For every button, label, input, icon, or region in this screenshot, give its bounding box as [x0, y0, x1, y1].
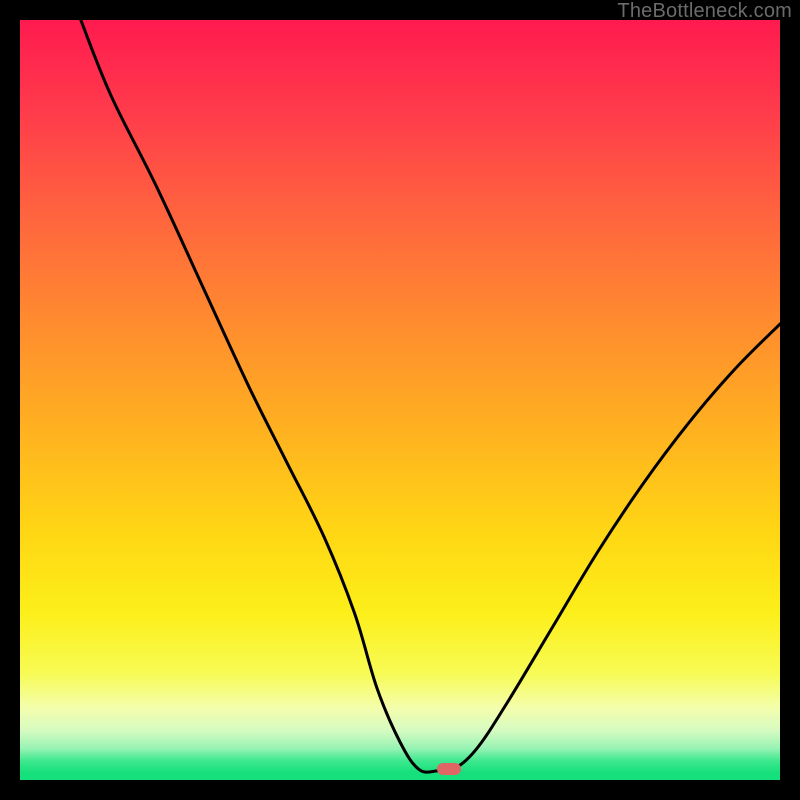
optimal-marker — [437, 763, 461, 775]
chart-frame: TheBottleneck.com — [0, 0, 800, 800]
bottleneck-curve — [20, 20, 780, 780]
watermark-text: TheBottleneck.com — [617, 0, 792, 23]
plot-area — [20, 20, 780, 780]
